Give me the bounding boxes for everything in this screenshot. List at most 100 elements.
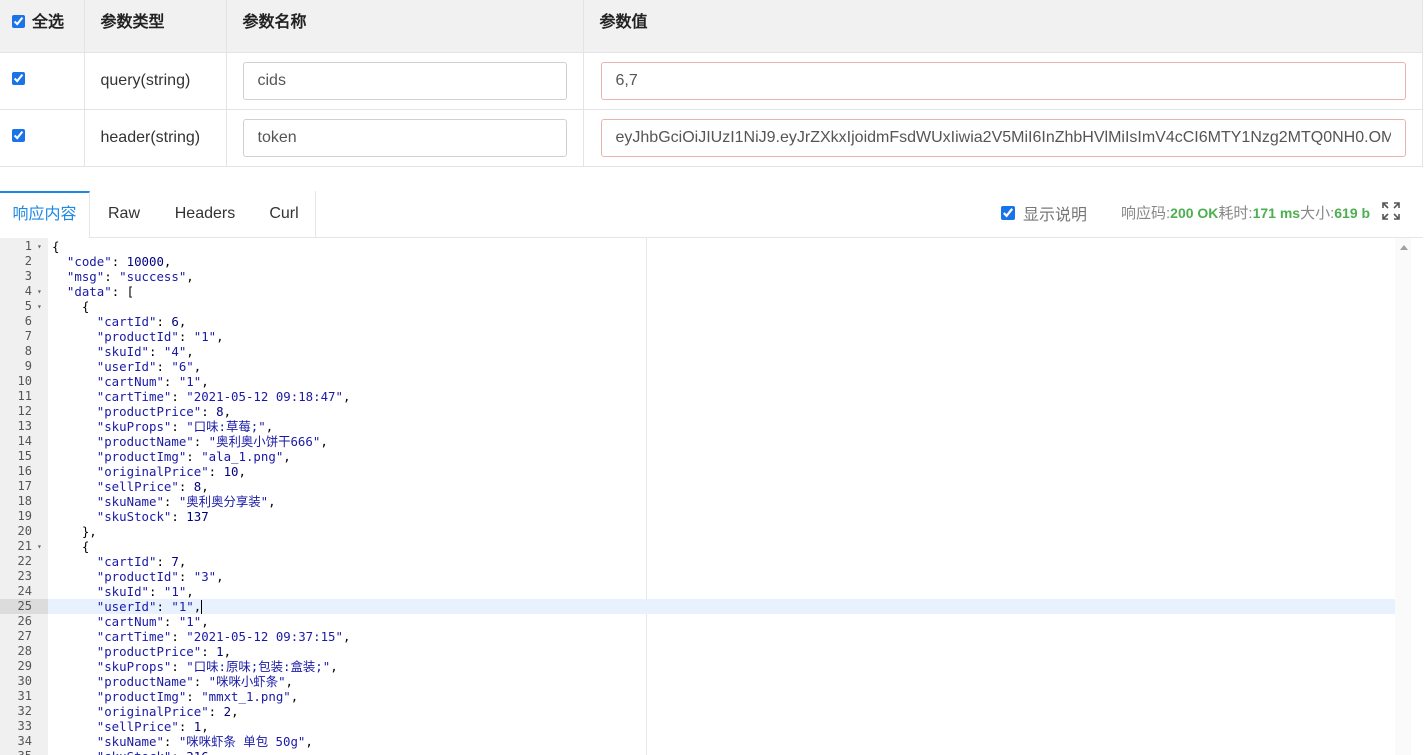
code-line[interactable]: 9 "userId": "6", [0,359,1395,374]
select-all[interactable]: 全选 [12,8,84,32]
code-line[interactable]: 23 "productId": "3", [0,569,1395,584]
code-text: "originalPrice": 2, [96,704,239,719]
code-line[interactable]: 22 "cartId": 7, [0,554,1395,569]
code-line[interactable]: 30 "productName": "咪咪小虾条", [0,674,1395,689]
select-all-cell: 全选 [0,0,85,53]
line-number: 33 [17,719,32,733]
code-line[interactable]: 3 "msg": "success", [0,269,1395,284]
editor-scrollbar[interactable] [1395,238,1411,755]
param-value-input[interactable] [600,61,1406,100]
code-line[interactable]: 31 "productImg": "mmxt_1.png", [0,689,1395,704]
code-line[interactable]: 10 "cartNum": "1", [0,374,1395,389]
fold-arrow-icon[interactable]: ▾ [37,284,47,299]
line-number: 3 [24,269,32,283]
code-text: "data": [ [66,284,135,299]
code-line[interactable]: 17 "sellPrice": 8, [0,479,1395,494]
code-line[interactable]: 4 ▾ "data": [ [0,284,1395,299]
param-value-input[interactable] [600,118,1406,157]
line-number: 17 [17,479,32,493]
code-text: "sellPrice": 8, [96,479,209,494]
line-number: 30 [17,674,32,688]
line-number: 20 [17,524,32,538]
response-size-value: 619 b [1334,205,1371,221]
line-number: 24 [17,584,32,598]
code-line[interactable]: 7 "productId": "1", [0,329,1395,344]
code-line[interactable]: 15 "productImg": "ala_1.png", [0,449,1395,464]
show-description-toggle[interactable]: 显示说明 [1001,191,1087,235]
code-line[interactable]: 20 }, [0,524,1395,539]
code-line[interactable]: 6 "cartId": 6, [0,314,1395,329]
code-text: "sellPrice": 1, [96,719,209,734]
code-line[interactable]: 11 "cartTime": "2021-05-12 09:18:47", [0,389,1395,404]
code-text: "skuId": "4", [96,344,194,359]
line-number: 34 [17,734,32,748]
code-line[interactable]: 13 "skuProps": "口味:草莓;", [0,419,1395,434]
response-editor[interactable]: 1 ▾{2 "code": 10000, 3 "msg": "success", 4 ▾… [0,238,1411,755]
tab-response-content[interactable]: 响应内容 [0,191,90,238]
status-code-value: 200 OK [1170,205,1219,221]
code-line[interactable]: 25 "userId": "1", [0,599,1395,614]
line-number: 32 [17,704,32,718]
response-tab-bar: 响应内容 Raw Headers Curl 显示说明 响应码:200 OK耗时:… [0,191,1423,238]
code-text: { [52,299,90,314]
code-line[interactable]: 1 ▾{ [0,239,1395,254]
code-text: "msg": "success", [66,269,194,284]
code-text: { [52,239,60,254]
show-description-checkbox[interactable] [1001,206,1015,220]
code-line[interactable]: 29 "skuProps": "口味:原味;包装:盒装;", [0,659,1395,674]
code-line[interactable]: 21 ▾ { [0,539,1395,554]
code-line[interactable]: 32 "originalPrice": 2, [0,704,1395,719]
param-row-checkbox[interactable] [12,71,25,85]
code-line[interactable]: 12 "productPrice": 8, [0,404,1395,419]
tab-curl[interactable]: Curl [252,191,316,238]
fullscreen-icon[interactable] [1381,201,1401,221]
code-line[interactable]: 18 "skuName": "奥利奥分享装", [0,494,1395,509]
code-line[interactable]: 28 "productPrice": 1, [0,644,1395,659]
code-line[interactable]: 35 "skuStock": 316 [0,749,1395,755]
param-name-input[interactable] [242,61,567,100]
code-text: "cartId": 6, [96,314,187,329]
code-line[interactable]: 8 "skuId": "4", [0,344,1395,359]
code-line[interactable]: 34 "skuName": "咪咪虾条 单包 50g", [0,734,1395,749]
fold-arrow-icon[interactable]: ▾ [37,299,47,314]
status-code-label: 响应码: [1121,205,1171,222]
code-line[interactable]: 16 "originalPrice": 10, [0,464,1395,479]
line-number: 9 [24,359,32,373]
code-line[interactable]: 14 "productName": "奥利奥小饼干666", [0,434,1395,449]
response-meta: 响应码:200 OK耗时:171 ms大小:619 b [1121,191,1370,235]
fold-arrow-icon[interactable]: ▾ [37,239,47,254]
code-text: "productName": "咪咪小虾条", [96,674,294,689]
code-line[interactable]: 27 "cartTime": "2021-05-12 09:37:15", [0,629,1395,644]
line-number: 19 [17,509,32,523]
select-all-label: 全选 [32,14,65,31]
tab-raw[interactable]: Raw [90,191,158,238]
code-line[interactable]: 2 "code": 10000, [0,254,1395,269]
code-text: "cartTime": "2021-05-12 09:18:47", [96,389,351,404]
code-text: "productId": "1", [96,329,224,344]
line-number: 11 [17,389,32,403]
line-number: 27 [17,629,32,643]
code-line[interactable]: 33 "sellPrice": 1, [0,719,1395,734]
scroll-up-arrow-icon[interactable] [1400,245,1408,250]
params-table: 全选 参数类型 参数名称 参数值 query(string) heade [0,0,1423,167]
select-all-checkbox[interactable] [12,14,25,28]
code-text: "userId": "1", [96,599,203,614]
code-text: }, [52,524,97,539]
code-line[interactable]: 19 "skuStock": 137 [0,509,1395,524]
code-text: "cartNum": "1", [96,614,209,629]
show-description-label: 显示说明 [1023,207,1088,224]
code-text: { [52,539,90,554]
text-cursor [201,600,203,614]
param-name-input[interactable] [242,118,567,157]
tab-headers[interactable]: Headers [158,191,252,238]
code-line[interactable]: 26 "cartNum": "1", [0,614,1395,629]
param-row-checkbox[interactable] [12,128,25,142]
code-line[interactable]: 5 ▾ { [0,299,1395,314]
header-param-name: 参数名称 [225,0,584,53]
line-number: 23 [17,569,32,583]
code-text: "skuId": "1", [96,584,194,599]
code-text: "productPrice": 8, [96,404,232,419]
tab-divider [315,191,316,238]
fold-arrow-icon[interactable]: ▾ [37,539,47,554]
code-line[interactable]: 24 "skuId": "1", [0,584,1395,599]
